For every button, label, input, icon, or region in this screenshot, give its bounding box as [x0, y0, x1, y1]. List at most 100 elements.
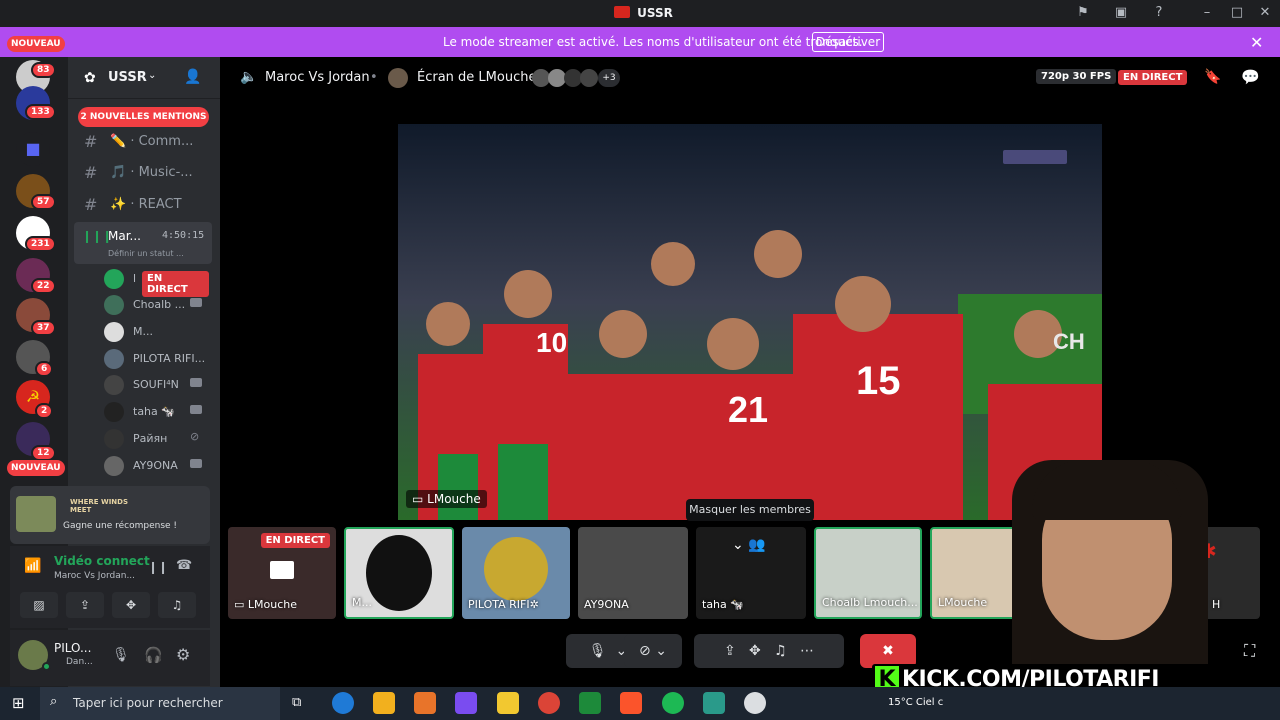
members-icon[interactable]: ⌄ 👥	[732, 537, 766, 553]
svg-text:15: 15	[856, 359, 901, 403]
participant-tile[interactable]: EN DIRECT ▭ LMouche	[228, 527, 336, 619]
voice-connected-subtitle[interactable]: Maroc Vs Jordan...	[54, 571, 135, 581]
user-status: Dan...	[66, 657, 93, 667]
activities-button[interactable]: ✥	[112, 592, 150, 618]
camera-icon	[190, 459, 202, 468]
windows-start-icon[interactable]: ⊞	[12, 694, 25, 712]
channel-item[interactable]: # 🎵 · Music-...	[80, 160, 210, 186]
more-viewers-count[interactable]: +3	[598, 69, 620, 87]
voice-channel-active[interactable]: ❙❙❙ Mar... 4:50:15 Définir un statut ...	[74, 222, 212, 264]
inbox-flag-icon[interactable]: ⚑	[1075, 5, 1091, 21]
gear-icon[interactable]: ⚙	[176, 645, 190, 664]
unread-badge: 2	[35, 403, 54, 419]
folder-icon[interactable]	[497, 692, 519, 714]
signal-icon: 📶	[24, 558, 42, 574]
chat-icon[interactable]: 💬	[1241, 68, 1260, 86]
hash-icon: #	[84, 195, 98, 214]
voice-member[interactable]: M...	[104, 320, 209, 344]
maximize-button[interactable]: □	[1229, 5, 1245, 21]
voice-member[interactable]: Choalb ...	[104, 293, 209, 317]
chevron-down-icon: ⌄	[148, 70, 157, 81]
tile-label: PILOTA RIFI✲	[468, 598, 539, 611]
voice-member[interactable]: AY9ONA	[104, 454, 209, 478]
channel-item[interactable]: # ✏️ · Comm...	[80, 129, 210, 155]
voice-member[interactable]: taha 🐄	[104, 400, 209, 424]
tile-label: taha 🐄	[702, 598, 744, 611]
title-bar: USSR ⚑ ▣ ? – □ ✕	[0, 0, 1280, 27]
minimize-button[interactable]: –	[1199, 5, 1215, 21]
voice-member[interactable]: SOUFI⁴N	[104, 373, 209, 397]
server-header[interactable]: ✿ USSR ⌄ 👤	[68, 57, 220, 99]
channel-item[interactable]: # ✨ · REACT	[80, 192, 210, 218]
server-emblem-icon: ✿	[84, 70, 96, 86]
edge-icon[interactable]	[332, 692, 354, 714]
server-name: USSR	[108, 70, 147, 85]
participant-tile[interactable]: ⌄ 👥 taha 🐄	[696, 527, 806, 619]
webcam-overlay	[1012, 460, 1208, 687]
participant-tile[interactable]: Choalb Lmouch...	[814, 527, 922, 619]
participant-tile[interactable]: AY9ONA	[578, 527, 688, 619]
weather-text[interactable]: 15°C Ciel c	[888, 697, 943, 708]
voice-channel-name: Mar...	[108, 229, 141, 243]
folder-icon[interactable]: ■	[16, 132, 50, 166]
app-icon[interactable]	[414, 692, 436, 714]
more-icon[interactable]: ⋯	[800, 643, 814, 659]
member-name: SOUFI⁴N	[133, 378, 179, 391]
football-players-image: 15 21 10 CH	[398, 124, 1102, 520]
tile-label: Choalb Lmouch...	[822, 596, 918, 609]
voice-member[interactable]: PILOTA RIFI...	[104, 347, 209, 371]
speaker-icon: 🔈	[240, 69, 258, 85]
screen-share-button[interactable]: ⇪	[66, 592, 104, 618]
screen-share-icon[interactable]: ⇪	[724, 643, 736, 659]
activities-icon[interactable]: ✥	[749, 643, 761, 659]
stream-video[interactable]: 15 21 10 CH ▭ LMouche	[398, 124, 1102, 520]
avatar	[366, 535, 432, 611]
set-status-text[interactable]: Définir un statut ...	[108, 249, 184, 258]
tooltip: Masquer les membres	[686, 499, 814, 521]
online-status-icon	[42, 662, 51, 671]
store-icon[interactable]	[373, 692, 395, 714]
microphone-icon[interactable]: 🎙	[112, 647, 130, 663]
streamer-hair-image	[1032, 460, 1182, 520]
reward-promo[interactable]: WHERE WINDS MEET Gagne une récompense !	[10, 486, 210, 544]
app-icon[interactable]	[703, 692, 725, 714]
noise-suppression-icon[interactable]: ❙❙	[148, 560, 168, 574]
participant-tile[interactable]: M...	[344, 527, 454, 619]
soundboard-icon[interactable]: ♫	[774, 643, 787, 659]
screen-icon: ▭	[412, 492, 424, 506]
spotify-icon[interactable]	[662, 692, 684, 714]
camera-off-button[interactable]: ▨	[20, 592, 58, 618]
disable-streamer-button[interactable]: Désactiver	[812, 32, 884, 52]
new-badge-top: NOUVEAU	[7, 36, 65, 52]
unread-badge: 12	[31, 445, 56, 461]
user-panel: PILO... Dan... 🎙 🎧 ⚙	[10, 630, 210, 686]
participant-tile[interactable]: PILOTA RIFI✲	[462, 527, 570, 619]
new-mentions-pill[interactable]: 2 NOUVELLES MENTIONS	[78, 107, 209, 127]
bookmark-icon[interactable]: 🔖	[1204, 69, 1221, 85]
close-icon[interactable]: ✕	[1250, 33, 1263, 52]
camera-control[interactable]: ⊘ ⌄	[624, 634, 682, 668]
search-box[interactable]: ⌕ Taper ici pour rechercher	[40, 687, 280, 720]
obs-icon[interactable]	[744, 692, 766, 714]
help-icon[interactable]: ?	[1151, 5, 1167, 21]
leave-call-button[interactable]: ✖	[860, 634, 916, 668]
chrome-icon[interactable]	[538, 692, 560, 714]
close-window-button[interactable]: ✕	[1257, 5, 1273, 21]
headphones-icon[interactable]: 🎧	[144, 646, 163, 664]
promo-brand: WHERE WINDS MEET	[70, 498, 129, 514]
screen-icon[interactable]: ▣	[1113, 5, 1129, 21]
add-member-icon[interactable]: 👤	[184, 69, 201, 85]
discord-icon[interactable]	[455, 692, 477, 714]
fullscreen-icon[interactable]: ⛶	[1244, 641, 1255, 661]
brave-icon[interactable]	[620, 692, 642, 714]
voice-member[interactable]: l EN DIRECT	[104, 267, 209, 297]
tile-label: H	[1212, 598, 1221, 611]
user-name: PILO...	[54, 641, 92, 655]
task-view-icon[interactable]: ⧉	[292, 695, 301, 710]
soundboard-button[interactable]: ♫	[158, 592, 196, 618]
screen-icon	[270, 561, 294, 579]
svg-text:CH: CH	[1053, 329, 1085, 354]
voice-member[interactable]: Райян ⊘	[104, 427, 209, 451]
app-icon[interactable]	[579, 692, 601, 714]
disconnect-icon[interactable]: ☎	[176, 558, 192, 573]
